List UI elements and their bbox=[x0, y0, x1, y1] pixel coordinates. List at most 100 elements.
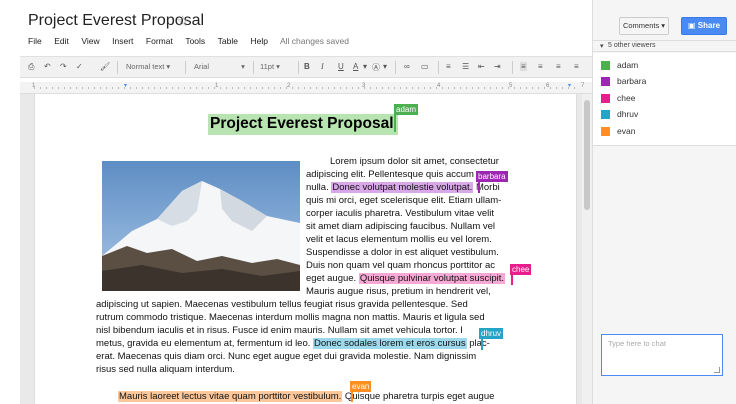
cursor-dhruv bbox=[481, 337, 483, 350]
highlight-chee[interactable]: Quisque pulvinar volutpat suscipit. bbox=[358, 273, 505, 284]
redo-icon[interactable]: ↷ bbox=[60, 62, 67, 71]
cursor-evan bbox=[351, 389, 353, 402]
ruler-number: 2 bbox=[287, 83, 291, 89]
lock-icon: ▣ bbox=[687, 21, 696, 30]
comment-icon[interactable]: ▭ bbox=[421, 62, 429, 71]
cursor-barbara bbox=[478, 180, 480, 193]
body-line[interactable]: nulla. Donec volutpat molestie volutpat.… bbox=[306, 182, 500, 193]
align-left-icon[interactable]: ≡ bbox=[520, 62, 527, 71]
menu-insert[interactable]: Insert bbox=[112, 36, 133, 46]
spellcheck-icon[interactable]: ✓ bbox=[76, 62, 83, 71]
increase-indent-icon[interactable]: ⇥ bbox=[494, 62, 501, 71]
ruler-number: 4 bbox=[437, 83, 441, 89]
menu-format[interactable]: Format bbox=[146, 36, 173, 46]
ruler-number: 7 bbox=[581, 83, 585, 89]
body-line[interactable]: Mauris laoreet lectus vitae quam porttit… bbox=[118, 391, 494, 402]
cursor-chee bbox=[511, 272, 513, 285]
share-button[interactable]: ▣ Share bbox=[681, 17, 727, 35]
bulleted-list-icon[interactable]: ☰ bbox=[462, 62, 469, 71]
ruler: 1 1 2 3 4 5 6 7 ▾ ▾ bbox=[20, 82, 592, 94]
chevron-down-icon[interactable]: ▾ bbox=[383, 62, 387, 71]
right-panel: Comments ▾ ▣ Share ▾ 5 other viewers ada… bbox=[592, 0, 736, 404]
viewer-color bbox=[601, 127, 610, 136]
align-center-icon[interactable]: ≡ bbox=[538, 62, 543, 71]
viewers-count: 5 other viewers bbox=[608, 42, 656, 49]
chevron-down-icon: ▾ bbox=[600, 43, 604, 50]
body-line[interactable]: velit et lacus elementum mollis eu vel l… bbox=[306, 234, 492, 245]
viewers-toggle[interactable]: ▾ 5 other viewers bbox=[593, 40, 736, 52]
chat-placeholder: Type here to chat bbox=[608, 339, 666, 348]
ruler-number: 1 bbox=[215, 83, 219, 89]
menu-file[interactable]: File bbox=[28, 36, 42, 46]
indent-marker-icon[interactable]: ▾ bbox=[124, 82, 127, 89]
save-status: All changes saved bbox=[280, 36, 349, 46]
menu-view[interactable]: View bbox=[81, 36, 99, 46]
highlight-evan[interactable]: Mauris laoreet lectus vitae quam porttit… bbox=[118, 391, 343, 402]
chat-input[interactable]: Type here to chat bbox=[601, 334, 723, 376]
right-indent-marker-icon[interactable]: ▾ bbox=[568, 82, 571, 89]
justify-icon[interactable]: ≡ bbox=[574, 62, 579, 71]
body-line[interactable]: corper iaculis pharetra. Vestibulum vita… bbox=[306, 208, 494, 219]
scrollbar[interactable] bbox=[582, 94, 592, 404]
menu-table[interactable]: Table bbox=[218, 36, 238, 46]
toolbar: ⎙ ↶ ↷ ✓ 🖌 Normal text ▾ Arial ▾ 11pt ▾ B… bbox=[20, 56, 592, 78]
body-line[interactable]: rutrum commodo tristique. Maecenas inter… bbox=[96, 312, 485, 323]
body-line[interactable]: adipiscing ut sapien. Maecenas vestibulu… bbox=[96, 299, 468, 310]
viewer-name: evan bbox=[617, 126, 636, 136]
menu-help[interactable]: Help bbox=[251, 36, 268, 46]
viewer-color bbox=[601, 61, 610, 70]
viewer-color bbox=[601, 77, 610, 86]
body-line[interactable]: sit amet diam adipiscing faucibus. Nulla… bbox=[306, 221, 495, 232]
body-line[interactable]: erat. Maecenas quis diam orci. Nunc eget… bbox=[96, 351, 476, 362]
cursor-flag-barbara: barbara bbox=[476, 171, 508, 182]
link-icon[interactable]: ∞ bbox=[404, 62, 410, 71]
cursor-flag-adam: adam bbox=[394, 104, 419, 115]
body-line[interactable]: Lorem ipsum dolor sit amet, consectetur bbox=[330, 156, 499, 167]
text-color-button[interactable]: A bbox=[353, 62, 358, 71]
highlight-dhruv[interactable]: Donec sodales lorem et eros cursus bbox=[313, 338, 467, 349]
italic-button[interactable]: I bbox=[321, 62, 324, 71]
body-line[interactable]: Duis non quam vel quam rhoncus porttitor… bbox=[306, 260, 495, 271]
print-icon[interactable]: ⎙ bbox=[28, 62, 34, 72]
menu-bar: File Edit View Insert Format Tools Table… bbox=[28, 36, 280, 46]
viewer-name: barbara bbox=[617, 76, 647, 86]
body-line[interactable]: adipiscing elit. Pellentesque quis accum bbox=[306, 169, 474, 180]
cursor-adam bbox=[394, 112, 396, 132]
font-size-select[interactable]: 11pt ▾ bbox=[260, 62, 280, 71]
highlight-color-icon[interactable]: Ⓐ bbox=[372, 62, 380, 73]
star-icon[interactable]: ☆ bbox=[176, 12, 189, 30]
resize-handle-icon[interactable] bbox=[714, 367, 720, 373]
document-heading[interactable]: Project Everest Proposal bbox=[208, 114, 398, 135]
undo-icon[interactable]: ↶ bbox=[44, 62, 51, 71]
scroll-thumb[interactable] bbox=[584, 100, 590, 210]
body-line[interactable]: metus, gravida eu elementum at, fermentu… bbox=[96, 338, 490, 349]
ruler-number: 3 bbox=[362, 83, 366, 89]
viewer-color bbox=[601, 110, 610, 119]
numbered-list-icon[interactable]: ≡ bbox=[446, 62, 451, 71]
bold-button[interactable]: B bbox=[304, 62, 310, 71]
body-line[interactable]: quis mi orci, eget scelerisque elit. Eti… bbox=[306, 195, 501, 206]
body-line[interactable]: Suspendisse a dolor in est aliquet vesti… bbox=[306, 247, 499, 258]
body-line[interactable]: risus sed nulla aliquam interdum. bbox=[96, 364, 235, 375]
cursor-flag-chee: chee bbox=[510, 264, 532, 275]
menu-edit[interactable]: Edit bbox=[54, 36, 69, 46]
title-bar: Project Everest Proposal ☆ File Edit Vie… bbox=[0, 0, 592, 56]
chevron-down-icon[interactable]: ▾ bbox=[363, 62, 367, 71]
align-right-icon[interactable]: ≡ bbox=[556, 62, 561, 71]
style-select[interactable]: Normal text ▾ bbox=[126, 62, 170, 71]
highlight-barbara[interactable]: Donec volutpat molestie volutpat. bbox=[331, 182, 474, 193]
decrease-indent-icon[interactable]: ⇤ bbox=[478, 62, 485, 71]
viewer-name: adam bbox=[617, 60, 639, 70]
body-line[interactable]: Mauris augue risus, pretium in hendrerit… bbox=[306, 286, 491, 297]
font-select[interactable]: Arial ▾ bbox=[194, 62, 245, 71]
ruler-number: 5 bbox=[509, 83, 513, 89]
ruler-number: 1 bbox=[32, 83, 36, 89]
everest-photo[interactable] bbox=[102, 161, 300, 291]
paint-format-icon[interactable]: 🖌 bbox=[100, 62, 110, 71]
body-line[interactable]: nisl bibendum iaculis et in risus. Fusce… bbox=[96, 325, 492, 336]
menu-tools[interactable]: Tools bbox=[185, 36, 205, 46]
underline-button[interactable]: U bbox=[338, 62, 344, 71]
body-line[interactable]: eget augue. Quisque pulvinar volutpat su… bbox=[306, 273, 505, 284]
comments-button[interactable]: Comments ▾ bbox=[619, 17, 669, 35]
viewer-name: chee bbox=[617, 93, 636, 103]
